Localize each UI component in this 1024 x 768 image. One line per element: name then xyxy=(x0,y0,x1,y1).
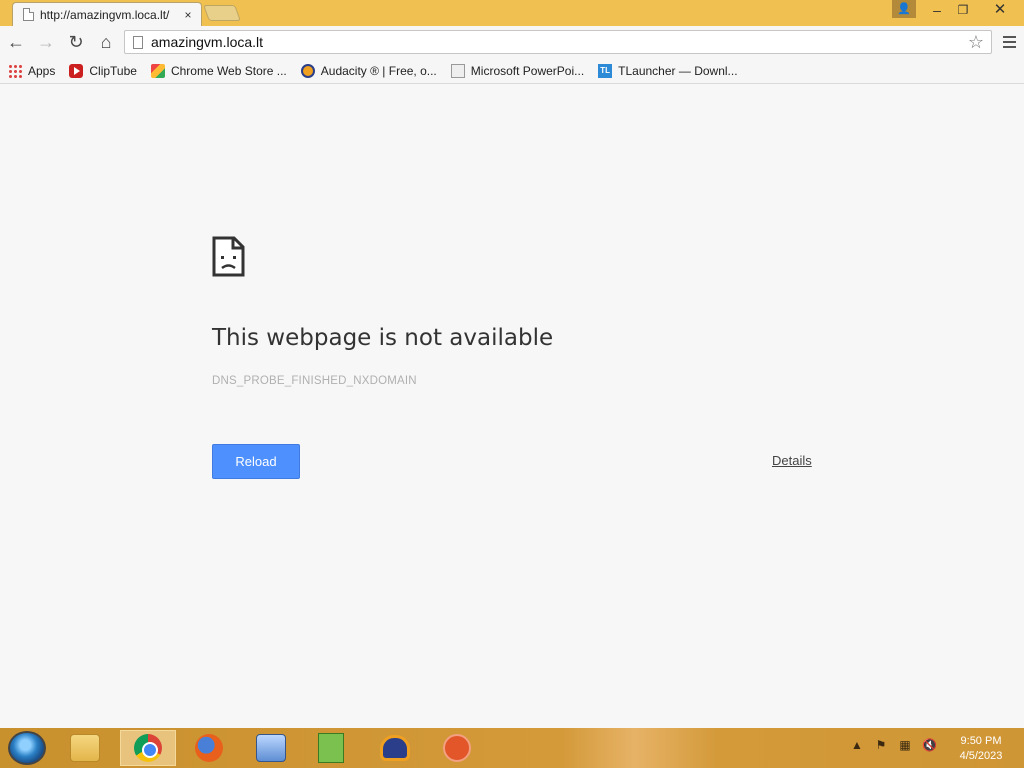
bookmark-label: ClipTube xyxy=(89,63,137,78)
taskbar-notepad-plus[interactable] xyxy=(308,730,354,766)
firefox-icon xyxy=(195,734,223,762)
network-icon[interactable]: ▦ xyxy=(898,738,912,752)
cliptube-icon xyxy=(69,63,84,78)
user-profile-icon[interactable]: 👤 xyxy=(892,0,916,18)
taskbar-clock[interactable]: 9:50 PM 4/5/2023 xyxy=(950,734,1012,764)
taskbar-app[interactable] xyxy=(434,730,480,766)
home-icon[interactable]: ⌂ xyxy=(92,28,120,56)
sad-page-icon xyxy=(212,236,245,277)
taskbar-audacity[interactable] xyxy=(372,730,418,766)
audacity-icon xyxy=(300,63,315,78)
url-input[interactable] xyxy=(151,34,965,50)
audacity-icon xyxy=(380,735,410,761)
windows-taskbar: ▲ ⚑ ▦ 🔇 9:50 PM 4/5/2023 xyxy=(0,728,1024,768)
clock-date: 4/5/2023 xyxy=(959,750,1003,762)
title-bar: http://amazingvm.loca.lt/ × 👤 – ❐ ✕ xyxy=(0,0,1024,26)
chrome-web-store-icon xyxy=(150,63,165,78)
taskbar-virtual-machine[interactable] xyxy=(248,730,294,766)
bookmark-cliptube[interactable]: ClipTube xyxy=(69,63,137,78)
minimize-button[interactable]: – xyxy=(926,0,948,20)
file-explorer-icon xyxy=(70,734,100,762)
virtual-machine-icon xyxy=(256,734,286,762)
bookmark-audacity[interactable]: Audacity ® | Free, o... xyxy=(300,63,437,78)
address-bar[interactable]: ☆ xyxy=(124,30,992,54)
bookmark-powerpoint[interactable]: Microsoft PowerPoi... xyxy=(450,63,585,78)
reload-button[interactable]: Reload xyxy=(212,444,300,479)
tab-close-icon[interactable]: × xyxy=(181,8,195,22)
error-code: DNS_PROBE_FINISHED_NXDOMAIN xyxy=(212,375,417,387)
bookmark-chrome-web-store[interactable]: Chrome Web Store ... xyxy=(150,63,287,78)
action-center-flag-icon[interactable]: ⚑ xyxy=(874,738,888,752)
notepad-plus-icon xyxy=(318,733,344,763)
error-title: This webpage is not available xyxy=(212,325,554,351)
clock-time: 9:50 PM xyxy=(960,735,1002,747)
bookmark-star-icon[interactable]: ☆ xyxy=(965,32,987,53)
app-icon xyxy=(443,734,471,762)
back-icon[interactable]: ← xyxy=(2,28,30,56)
bookmark-label: Microsoft PowerPoi... xyxy=(470,63,585,78)
bookmark-label: Apps xyxy=(28,63,56,78)
volume-muted-icon[interactable]: 🔇 xyxy=(922,738,937,752)
bookmark-label: Chrome Web Store ... xyxy=(170,63,287,78)
bookmark-label: Audacity ® | Free, o... xyxy=(320,63,437,78)
bookmark-apps[interactable]: Apps xyxy=(8,63,56,78)
page-icon xyxy=(133,35,143,49)
system-tray: ▲ ⚑ ▦ 🔇 xyxy=(850,738,937,752)
taskbar-chrome[interactable] xyxy=(120,730,176,766)
forward-icon[interactable]: → xyxy=(32,28,60,56)
chrome-menu-icon[interactable] xyxy=(998,30,1020,54)
tlauncher-icon: TL xyxy=(598,63,613,78)
taskbar-firefox[interactable] xyxy=(186,730,232,766)
powerpoint-icon xyxy=(450,63,465,78)
bookmark-label: TLauncher — Downl... xyxy=(618,63,738,78)
taskbar-file-explorer[interactable] xyxy=(62,730,108,766)
new-tab-button[interactable] xyxy=(203,5,241,21)
page-icon xyxy=(23,8,34,21)
start-orb-icon[interactable] xyxy=(8,731,46,765)
show-hidden-icons-icon[interactable]: ▲ xyxy=(850,738,864,752)
tab-title: http://amazingvm.loca.lt/ xyxy=(40,7,170,22)
chrome-icon xyxy=(134,734,162,762)
close-window-button[interactable]: ✕ xyxy=(982,0,1018,20)
browser-tab[interactable]: http://amazingvm.loca.lt/ × xyxy=(12,2,202,26)
reload-icon[interactable]: ↻ xyxy=(62,28,90,56)
error-page: This webpage is not available DNS_PROBE_… xyxy=(0,85,1024,728)
browser-toolbar: ← → ↻ ⌂ ☆ xyxy=(0,26,1024,58)
bookmarks-bar: Apps ClipTube Chrome Web Store ... Audac… xyxy=(0,58,1024,84)
apps-grid-icon xyxy=(8,63,22,78)
details-link[interactable]: Details xyxy=(772,453,812,468)
bookmark-tlauncher[interactable]: TL TLauncher — Downl... xyxy=(598,63,738,78)
maximize-button[interactable]: ❐ xyxy=(952,0,974,20)
